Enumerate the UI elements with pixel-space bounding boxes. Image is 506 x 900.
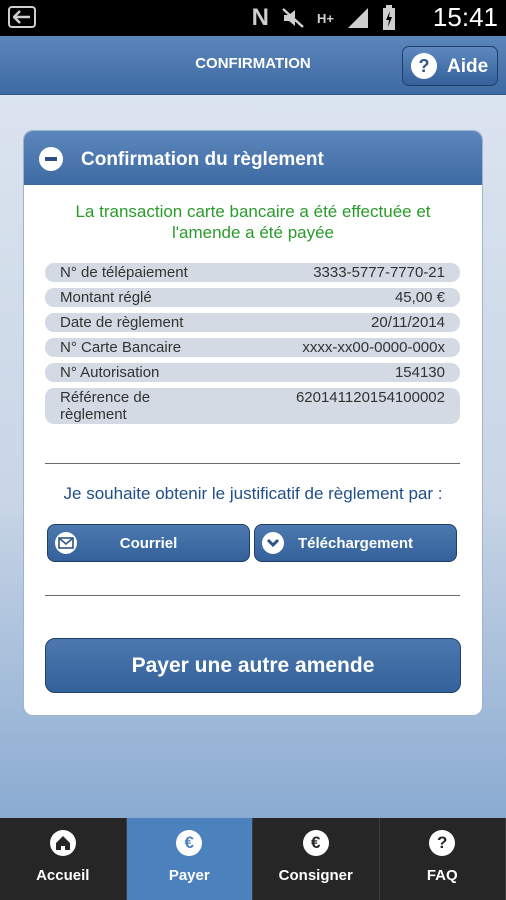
tab-faq[interactable]: ? FAQ bbox=[380, 818, 506, 900]
help-button-label: Aide bbox=[447, 56, 489, 77]
card-header[interactable]: Confirmation du règlement bbox=[24, 131, 482, 185]
divider bbox=[45, 595, 460, 596]
home-icon bbox=[49, 830, 76, 856]
battery-icon bbox=[383, 5, 395, 30]
justificatif-prompt: Je souhaite obtenir le justificatif de r… bbox=[63, 484, 443, 503]
status-bar: N H+ 15:41 bbox=[0, 0, 506, 36]
confirmation-card: Confirmation du règlement La transaction… bbox=[23, 130, 483, 716]
divider bbox=[45, 463, 460, 464]
email-button-label: Courriel bbox=[119, 535, 178, 552]
download-button-label: Téléchargement bbox=[297, 535, 414, 552]
app-header: CONFIRMATION ? Aide bbox=[0, 36, 506, 95]
mute-icon bbox=[282, 8, 304, 28]
download-button[interactable]: Téléchargement bbox=[254, 524, 457, 562]
detail-row-reference: Référence de règlement 62014112015410000… bbox=[45, 388, 460, 424]
collapse-icon[interactable] bbox=[39, 147, 63, 171]
detail-row-authorization: N° Autorisation 154130 bbox=[45, 363, 460, 382]
detail-row-card-number: N° Carte Bancaire xxxx-xx00-0000-000x bbox=[45, 338, 460, 357]
email-button[interactable]: Courriel bbox=[47, 524, 250, 562]
details-list: N° de télépaiement 3333-5777-7770-21 Mon… bbox=[45, 263, 460, 430]
tab-consigner[interactable]: € Consigner bbox=[253, 818, 380, 900]
detail-row-payment-number: N° de télépaiement 3333-5777-7770-21 bbox=[45, 263, 460, 282]
notification-n-icon: N bbox=[251, 4, 270, 31]
card-title: Confirmation du règlement bbox=[81, 149, 324, 170]
question-icon: ? bbox=[429, 830, 456, 856]
help-button[interactable]: ? Aide bbox=[402, 46, 498, 86]
question-icon: ? bbox=[411, 53, 437, 79]
euro-icon: € bbox=[176, 830, 203, 856]
back-icon[interactable] bbox=[8, 6, 36, 28]
clock: 15:41 bbox=[432, 2, 498, 32]
status-icons: N H+ bbox=[252, 4, 396, 32]
signal-icon bbox=[348, 8, 368, 28]
detail-row-date: Date de règlement 20/11/2014 bbox=[45, 313, 460, 332]
euro-icon: € bbox=[302, 830, 329, 856]
bottom-nav: Accueil € Payer € Consigner ? FAQ bbox=[0, 818, 506, 900]
tab-payer[interactable]: € Payer bbox=[126, 818, 253, 900]
tab-accueil[interactable]: Accueil bbox=[0, 818, 127, 900]
pay-other-fine-button[interactable]: Payer une autre amende bbox=[45, 638, 461, 693]
success-message: La transaction carte bancaire a été effe… bbox=[75, 202, 431, 242]
detail-row-amount: Montant réglé 45,00 € bbox=[45, 288, 460, 307]
network-type: H+ bbox=[317, 10, 334, 26]
